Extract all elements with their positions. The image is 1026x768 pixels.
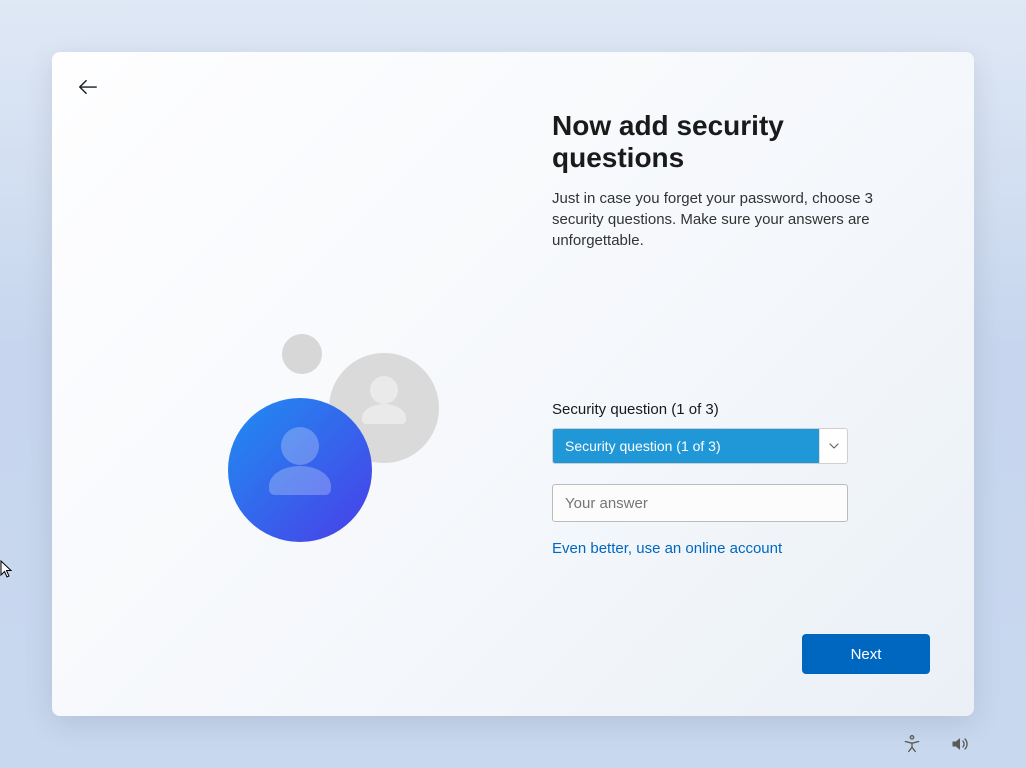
accessibility-icon[interactable]	[898, 730, 926, 758]
form-pane: Now add security questions Just in case …	[552, 110, 912, 558]
security-question-dropdown[interactable]: Security question (1 of 3)	[552, 428, 848, 464]
hero-illustration	[212, 322, 472, 552]
answer-input[interactable]	[552, 484, 848, 522]
question-label: Security question (1 of 3)	[552, 401, 912, 418]
dropdown-selected-value: Security question (1 of 3)	[553, 429, 819, 463]
hero-pane	[52, 52, 532, 716]
cursor-icon	[0, 560, 14, 585]
page-subtitle: Just in case you forget your password, c…	[552, 188, 902, 251]
chevron-down-icon	[819, 429, 847, 463]
setup-card: Now add security questions Just in case …	[52, 52, 974, 716]
system-tray	[898, 730, 974, 758]
page-title: Now add security questions	[552, 110, 912, 174]
use-online-account-link[interactable]: Even better, use an online account	[552, 540, 782, 557]
next-button[interactable]: Next	[802, 634, 930, 674]
volume-icon[interactable]	[946, 730, 974, 758]
